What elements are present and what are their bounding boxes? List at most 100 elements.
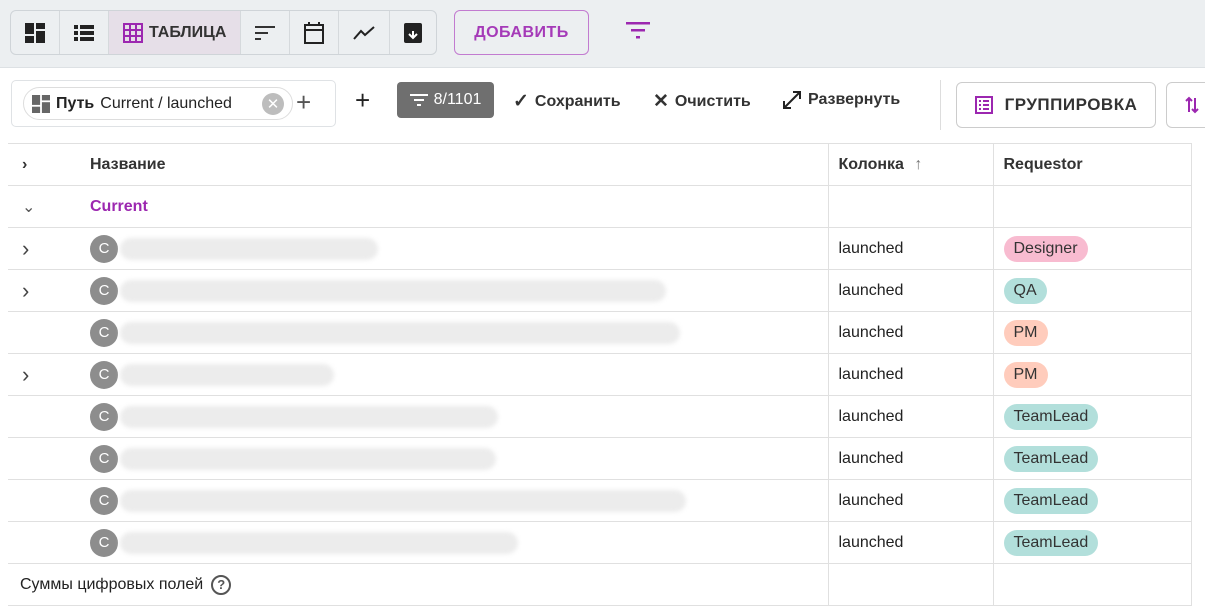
requestor-cell: TeamLead	[992, 437, 1192, 480]
column-cell: launched	[827, 353, 994, 396]
column-cell: launched	[827, 437, 994, 480]
table-row[interactable]: C launched TeamLead	[8, 437, 1192, 480]
name-cell[interactable]: C	[80, 227, 829, 270]
column-cell: launched	[827, 395, 994, 438]
requestor-cell: TeamLead	[992, 521, 1192, 564]
clear-button[interactable]: ✕ Очистить	[653, 90, 751, 113]
view-chart-button[interactable]	[339, 11, 391, 54]
table-row[interactable]: › C launched PM	[8, 353, 1192, 396]
avatar: C	[90, 276, 118, 305]
filter-icon	[409, 93, 428, 106]
grouping-button[interactable]: ГРУППИРОВКА	[956, 82, 1156, 128]
table-row[interactable]: › C launched QA	[8, 269, 1192, 312]
expand-label: Развернуть	[808, 91, 901, 108]
view-table-button[interactable]: ТАБЛИЦА	[109, 11, 242, 54]
name-cell[interactable]: C	[80, 521, 829, 564]
filter-chip-box: Путь Current / launched ✕ +	[11, 80, 336, 127]
blurred-title	[120, 405, 498, 428]
name-cell[interactable]: C	[80, 269, 829, 312]
chip-label: Путь	[56, 94, 95, 112]
requestor-cell: TeamLead	[992, 395, 1192, 438]
requestor-tag: Designer	[1003, 235, 1088, 262]
save-label: Сохранить	[534, 92, 621, 110]
table-row[interactable]: C launched TeamLead	[8, 395, 1192, 438]
blurred-title	[120, 363, 334, 386]
filter-count-button[interactable]: 8/1101	[397, 82, 494, 118]
add-button[interactable]: ДОБАВИТЬ	[454, 10, 589, 55]
blurred-title	[120, 237, 378, 260]
list-alt-icon	[974, 96, 993, 114]
view-sort-button[interactable]	[241, 11, 291, 54]
table-icon	[123, 22, 143, 43]
table-row[interactable]: C launched PM	[8, 311, 1192, 354]
table-row[interactable]: C launched TeamLead	[8, 521, 1192, 564]
requestor-cell: PM	[992, 353, 1192, 396]
requestor-cell: TeamLead	[992, 479, 1192, 522]
avatar: C	[90, 444, 118, 473]
expand-all-icon[interactable]: ›	[8, 143, 80, 186]
list-icon	[74, 24, 94, 41]
group-label: Current	[80, 185, 829, 228]
table-row[interactable]: › C launched Designer	[8, 227, 1192, 270]
calendar-icon	[304, 21, 325, 44]
column-cell: launched	[827, 521, 994, 564]
check-icon: ✓	[513, 91, 529, 112]
add-chip-icon[interactable]: +	[296, 87, 311, 118]
view-list-button[interactable]	[60, 11, 109, 54]
blurred-title	[120, 321, 680, 344]
filter-count: 8/1101	[433, 91, 482, 108]
header-column-label: Колонка	[838, 155, 904, 173]
view-table-label: ТАБЛИЦА	[149, 23, 227, 41]
empty-cell	[992, 185, 1192, 228]
view-archive-button[interactable]	[390, 11, 436, 54]
header-name[interactable]: Название	[80, 143, 829, 186]
chip-value: Current / launched	[100, 94, 232, 112]
name-cell[interactable]: C	[80, 353, 829, 396]
expand-row-icon[interactable]: ›	[8, 227, 80, 270]
view-dashboard-button[interactable]	[11, 11, 60, 54]
swap-vert-icon	[1185, 96, 1199, 114]
header-requestor[interactable]: Requestor	[992, 143, 1192, 186]
table-row[interactable]: C launched TeamLead	[8, 479, 1192, 522]
name-cell[interactable]: C	[80, 479, 829, 522]
requestor-tag: PM	[1003, 361, 1048, 388]
footer-cell: Суммы цифровых полей?	[8, 563, 829, 606]
requestor-tag: TeamLead	[1003, 445, 1099, 472]
collapse-icon[interactable]: ⌄	[8, 185, 80, 228]
expand-row-icon[interactable]: ›	[8, 353, 80, 396]
empty-cell	[8, 395, 80, 438]
help-icon[interactable]: ?	[211, 574, 232, 595]
add-filter-icon[interactable]: +	[355, 85, 370, 116]
filter-icon[interactable]	[626, 22, 650, 40]
requestor-cell: PM	[992, 311, 1192, 354]
header-column[interactable]: Колонка ↑	[827, 143, 994, 186]
avatar: C	[90, 318, 118, 347]
name-cell[interactable]: C	[80, 311, 829, 354]
name-cell[interactable]: C	[80, 437, 829, 480]
empty-cell	[827, 563, 994, 606]
name-cell[interactable]: C	[80, 395, 829, 438]
footer-label: Суммы цифровых полей	[20, 575, 204, 593]
view-calendar-button[interactable]	[290, 11, 340, 54]
empty-cell	[8, 521, 80, 564]
column-cell: launched	[827, 269, 994, 312]
path-filter-chip[interactable]: Путь Current / launched ✕	[23, 87, 293, 120]
archive-icon	[404, 22, 423, 43]
table-footer: Суммы цифровых полей?	[8, 563, 1192, 606]
column-cell: launched	[827, 311, 994, 354]
divider	[940, 80, 941, 130]
requestor-tag: TeamLead	[1003, 487, 1099, 514]
expand-icon	[783, 91, 801, 109]
expand-row-icon[interactable]: ›	[8, 269, 80, 312]
chip-remove-icon[interactable]: ✕	[262, 93, 284, 115]
dashboard-icon	[32, 94, 50, 113]
expand-button[interactable]: Развернуть	[782, 90, 900, 110]
sort-button[interactable]	[1166, 82, 1205, 128]
grouping-label: ГРУППИРОВКА	[1004, 95, 1138, 114]
blurred-title	[120, 531, 518, 554]
group-row[interactable]: ⌄ Current	[8, 185, 1192, 228]
blurred-title	[120, 489, 686, 512]
save-button[interactable]: ✓ Сохранить	[513, 90, 621, 113]
requestor-cell: QA	[992, 269, 1192, 312]
chart-line-icon	[353, 25, 376, 40]
